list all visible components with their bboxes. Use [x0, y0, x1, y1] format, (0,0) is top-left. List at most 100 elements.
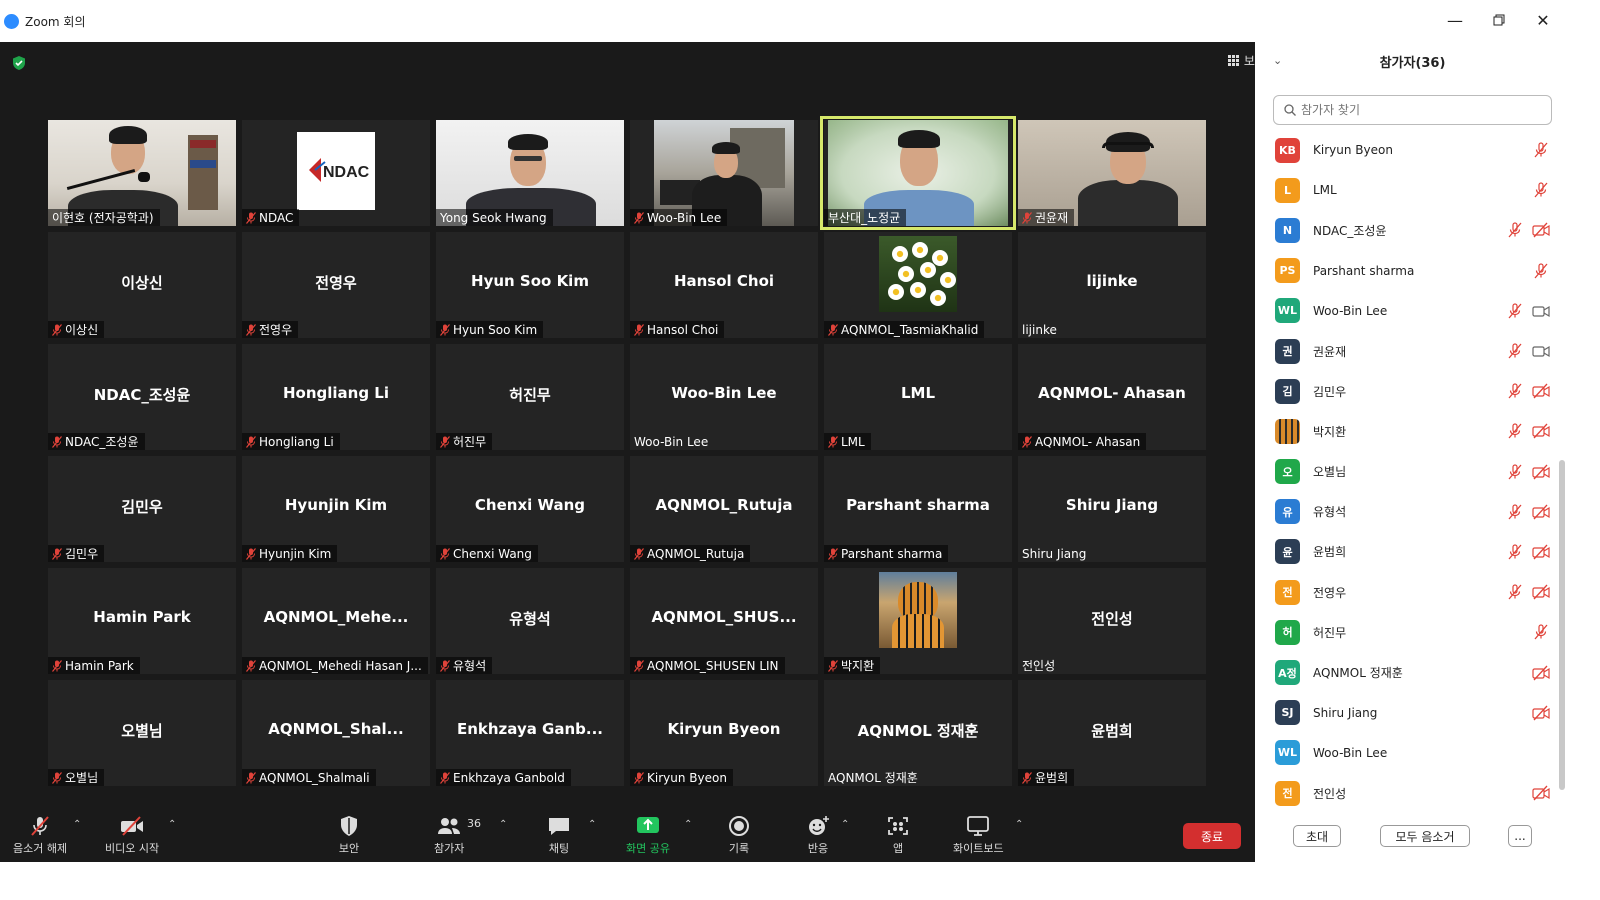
video-tile[interactable]: 전영우 전영우: [242, 232, 430, 338]
participant-row[interactable]: 권 권윤재: [1275, 331, 1550, 371]
more-options-button[interactable]: ...: [1508, 825, 1532, 847]
end-meeting-button[interactable]: 종료: [1183, 823, 1241, 849]
security-label: 보안: [338, 842, 360, 855]
audio-options-caret[interactable]: ⌃: [73, 819, 81, 830]
tile-display-name: Woo-Bin Lee: [671, 384, 777, 402]
participant-row[interactable]: SJ Shiru Jiang: [1275, 693, 1550, 733]
participant-row[interactable]: PS Parshant sharma: [1275, 251, 1550, 291]
whiteboard-options-caret[interactable]: ⌃: [1015, 819, 1023, 830]
minimize-icon[interactable]: —: [1440, 10, 1470, 30]
participant-row[interactable]: L LML: [1275, 170, 1550, 210]
video-tile[interactable]: NDAC NDAC: [242, 120, 430, 226]
participant-name: LML: [1313, 183, 1337, 198]
participant-status-icons: [1506, 222, 1550, 238]
participant-row[interactable]: 전 전영우: [1275, 572, 1550, 612]
tile-display-name: 유형석: [509, 610, 551, 628]
video-tile[interactable]: Hamin Park Hamin Park: [48, 568, 236, 674]
video-tile[interactable]: AQNMOL_SHUS... AQNMOL_SHUSEN LIN: [630, 568, 818, 674]
participant-row[interactable]: 허 허진무: [1275, 612, 1550, 652]
video-tile[interactable]: 윤범희 윤범희: [1018, 680, 1206, 786]
video-tile[interactable]: NDAC_조성윤 NDAC_조성윤: [48, 344, 236, 450]
video-tile[interactable]: AQNMOL 정재훈 AQNMOL 정재훈: [824, 680, 1012, 786]
video-tile[interactable]: AQNMOL_Rutuja AQNMOL_Rutuja: [630, 456, 818, 562]
participant-row[interactable]: 박지환: [1275, 411, 1550, 451]
video-tile[interactable]: 이상신 이상신: [48, 232, 236, 338]
video-tile[interactable]: AQNMOL_TasmiaKhalid: [824, 232, 1012, 338]
video-tile[interactable]: 전인성 전인성: [1018, 568, 1206, 674]
video-tile[interactable]: Woo-Bin Lee: [630, 120, 818, 226]
window-title: Zoom 회의: [25, 14, 86, 29]
restore-icon[interactable]: [1484, 10, 1514, 30]
video-tile[interactable]: Woo-Bin Lee Woo-Bin Lee: [630, 344, 818, 450]
tile-name-label: Hyun Soo Kim: [436, 321, 544, 338]
video-tile[interactable]: lijinke lijinke: [1018, 232, 1206, 338]
video-tile[interactable]: AQNMOL_Mehe... AQNMOL_Mehedi Hasan J...: [242, 568, 430, 674]
unmute-button[interactable]: 음소거 해제: [13, 815, 67, 856]
video-tile[interactable]: 부산대_노정균: [820, 116, 1016, 230]
participant-row[interactable]: 김 김민우: [1275, 371, 1550, 411]
start-video-button[interactable]: 비디오 시작: [105, 815, 159, 856]
close-icon[interactable]: ✕: [1528, 10, 1558, 30]
encryption-shield-icon[interactable]: [12, 56, 26, 70]
participant-row[interactable]: 유 유형석: [1275, 492, 1550, 532]
mic-off-icon: [246, 435, 256, 448]
tile-display-name: Hamin Park: [93, 608, 191, 626]
share-screen-button[interactable]: 화면 공유: [626, 815, 670, 856]
video-tile[interactable]: 권윤재: [1018, 120, 1206, 226]
security-button[interactable]: 보안: [337, 815, 361, 856]
video-tile[interactable]: 김민우 김민우: [48, 456, 236, 562]
video-tile[interactable]: Hansol Choi Hansol Choi: [630, 232, 818, 338]
mute-all-button[interactable]: 모두 음소거: [1380, 825, 1470, 847]
video-tile[interactable]: Enkhzaya Ganb... Enkhzaya Ganbold: [436, 680, 624, 786]
video-tile[interactable]: 박지환: [824, 568, 1012, 674]
participant-row[interactable]: N NDAC_조성윤: [1275, 210, 1550, 250]
video-tile[interactable]: Parshant sharma Parshant sharma: [824, 456, 1012, 562]
video-tile[interactable]: 유형석 유형석: [436, 568, 624, 674]
avatar: 허: [1275, 619, 1300, 645]
video-tile[interactable]: AQNMOL- Ahasan AQNMOL- Ahasan: [1018, 344, 1206, 450]
participant-row[interactable]: A정 AQNMOL 정재훈: [1275, 652, 1550, 692]
participant-row[interactable]: 윤 윤범희: [1275, 532, 1550, 572]
video-tile[interactable]: AQNMOL_Shal... AQNMOL_Shalmali: [242, 680, 430, 786]
video-options-caret[interactable]: ⌃: [168, 819, 176, 830]
whiteboard-button[interactable]: 화이트보드: [953, 815, 1004, 856]
reactions-button[interactable]: 반응: [806, 815, 830, 856]
video-tile[interactable]: Hongliang Li Hongliang Li: [242, 344, 430, 450]
tile-name-text: Enkhzaya Ganbold: [453, 770, 565, 785]
mic-off-icon: [246, 211, 256, 224]
video-tile[interactable]: Hyunjin Kim Hyunjin Kim: [242, 456, 430, 562]
participant-row[interactable]: KB Kiryun Byeon: [1275, 130, 1550, 170]
video-tile[interactable]: Yong Seok Hwang: [436, 120, 624, 226]
participant-list-scrollbar[interactable]: [1559, 460, 1565, 790]
invite-button[interactable]: 초대: [1293, 825, 1341, 847]
participant-row[interactable]: 오 오별님: [1275, 452, 1550, 492]
chat-options-caret[interactable]: ⌃: [588, 819, 596, 830]
participants-button[interactable]: 참가자: [434, 815, 464, 856]
mic-off-icon: [1508, 303, 1522, 319]
video-tile[interactable]: 허진무 허진무: [436, 344, 624, 450]
participant-status-icons: [1532, 182, 1550, 198]
participants-options-caret[interactable]: ⌃: [499, 819, 507, 830]
participant-search-input[interactable]: [1301, 103, 1531, 117]
video-tile[interactable]: Kiryun Byeon Kiryun Byeon: [630, 680, 818, 786]
record-button[interactable]: 기록: [727, 815, 751, 856]
video-tile[interactable]: Hyun Soo Kim Hyun Soo Kim: [436, 232, 624, 338]
participant-row[interactable]: 전 전인성: [1275, 773, 1550, 813]
video-tile[interactable]: LML LML: [824, 344, 1012, 450]
mic-off-icon: [1508, 423, 1522, 439]
mic-off-icon: [440, 323, 450, 336]
video-tile[interactable]: 이현호 (전자공학과): [48, 120, 236, 226]
avatar: 유: [1275, 499, 1300, 525]
video-tile[interactable]: Chenxi Wang Chenxi Wang: [436, 456, 624, 562]
share-options-caret[interactable]: ⌃: [684, 819, 692, 830]
apps-button[interactable]: 앱: [886, 815, 910, 856]
participant-row[interactable]: WL Woo-Bin Lee: [1275, 291, 1550, 331]
participant-search[interactable]: [1273, 95, 1552, 125]
tile-display-name: AQNMOL 정재훈: [857, 722, 979, 740]
video-tile[interactable]: 오별님 오별님: [48, 680, 236, 786]
video-tile[interactable]: Shiru Jiang Shiru Jiang: [1018, 456, 1206, 562]
participant-row[interactable]: WL Woo-Bin Lee: [1275, 733, 1550, 773]
tile-name-text: LML: [841, 434, 865, 449]
reactions-options-caret[interactable]: ⌃: [841, 819, 849, 830]
chat-button[interactable]: 채팅: [547, 815, 571, 856]
